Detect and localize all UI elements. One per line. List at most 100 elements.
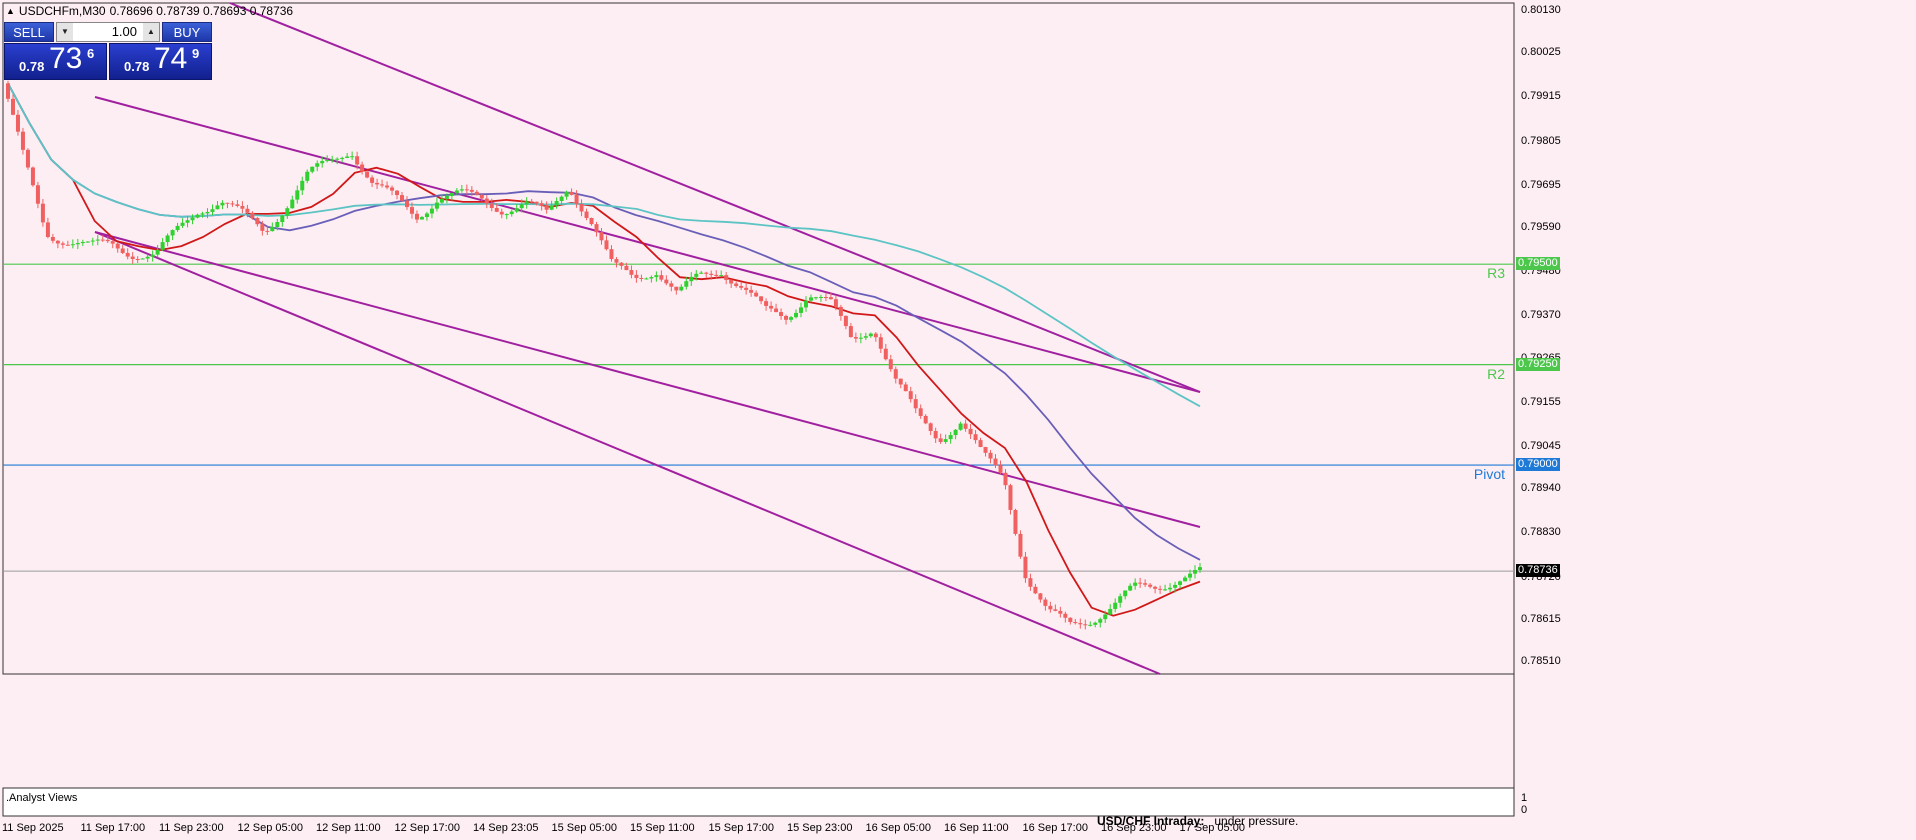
- candle-body: [434, 202, 439, 209]
- candle-body: [1003, 472, 1008, 486]
- candle-body: [858, 337, 863, 339]
- candle-body: [454, 190, 459, 193]
- symbol-info: USDCHFm,M30: [18, 4, 106, 18]
- candle-body: [85, 241, 90, 243]
- price-tick-label: 0.79805: [1521, 134, 1561, 147]
- candle-body: [514, 208, 519, 212]
- time-tick-label: 16 Sep 17:00: [1022, 822, 1088, 834]
- candle-body: [1158, 588, 1163, 590]
- bid-price-box[interactable]: 0.78 73 6: [4, 42, 107, 80]
- candle-body: [853, 337, 858, 339]
- candle-body: [789, 317, 794, 320]
- candle-body: [1183, 577, 1188, 582]
- candle-body: [419, 217, 424, 220]
- candle-body: [744, 287, 749, 290]
- candle-body: [185, 220, 190, 223]
- candle-body: [375, 182, 380, 185]
- candle-body: [235, 204, 240, 206]
- candle-body: [684, 281, 689, 287]
- candle-body: [779, 312, 784, 316]
- price-tick-label: 0.78615: [1521, 612, 1561, 625]
- candle-body: [390, 187, 395, 191]
- candle-body: [998, 465, 1003, 473]
- candle-body: [10, 98, 15, 115]
- candle-body: [943, 439, 948, 442]
- chart-canvas[interactable]: [0, 0, 1916, 840]
- candle-body: [624, 265, 629, 271]
- candle-body: [529, 201, 534, 203]
- ask-price-box[interactable]: 0.78 74 9: [109, 42, 212, 80]
- candle-body: [150, 254, 155, 257]
- candle-body: [714, 274, 719, 276]
- candle-body: [649, 277, 654, 279]
- candle-body: [739, 286, 744, 288]
- time-tick-label: 11 Sep 17:00: [80, 822, 146, 834]
- lot-size-input[interactable]: ▼ 1.00 ▲: [56, 22, 160, 42]
- candle-body: [794, 312, 799, 318]
- candle-body: [409, 207, 414, 214]
- candle-body: [564, 191, 569, 197]
- candle-body: [1143, 583, 1148, 585]
- candle-body: [335, 158, 340, 160]
- candle-body: [30, 167, 35, 186]
- candle-body: [709, 273, 714, 275]
- candle-body: [424, 213, 429, 218]
- candle-body: [1078, 623, 1083, 625]
- ask-sup-digit: 9: [192, 46, 200, 61]
- candle-body: [863, 336, 868, 338]
- candle-body: [175, 225, 180, 231]
- level-name-pivot: Pivot: [1473, 466, 1505, 483]
- candle-body: [70, 244, 75, 246]
- candle-body: [355, 156, 360, 165]
- candle-body: [818, 296, 823, 298]
- candle-body: [345, 156, 350, 158]
- candle-body: [734, 283, 739, 287]
- candle-body: [1133, 582, 1138, 586]
- chart-header: ▲ USDCHFm,M30 0.78696 0.78739 0.78693 0.…: [6, 4, 293, 18]
- candle-body: [664, 279, 669, 284]
- subwindow-tick-label: 1: [1521, 792, 1528, 804]
- current-price-tag: 0.78736: [1516, 564, 1560, 578]
- candle-body: [544, 205, 549, 210]
- candle-body: [265, 230, 270, 232]
- candle-body: [105, 239, 110, 242]
- time-tick-label: 11 Sep 23:00: [159, 822, 224, 834]
- buy-button[interactable]: BUY: [162, 22, 212, 42]
- candle-body: [110, 241, 115, 244]
- candle-body: [978, 440, 983, 448]
- candle-body: [559, 196, 564, 202]
- candle-body: [1058, 610, 1063, 614]
- candle-body: [414, 213, 419, 220]
- bid-sup-digit: 6: [87, 46, 95, 61]
- candle-body: [699, 272, 704, 274]
- increase-lot-icon[interactable]: ▲: [143, 23, 159, 41]
- candle-body: [619, 262, 624, 266]
- candle-body: [315, 163, 320, 167]
- price-tick-label: 0.80025: [1521, 46, 1561, 59]
- channel-top-trendline: [229, 2, 1201, 393]
- price-tick-label: 0.80130: [1521, 4, 1561, 17]
- time-tick-label: 17 Sep 05:00: [1179, 822, 1245, 834]
- price-tick-label: 0.78510: [1521, 654, 1561, 667]
- candle-body: [285, 208, 290, 216]
- candle-body: [694, 273, 699, 277]
- candle-body: [404, 200, 409, 208]
- candle-body: [719, 275, 724, 277]
- lot-size-value[interactable]: 1.00: [112, 24, 137, 39]
- candle-body: [240, 205, 245, 209]
- candle-body: [764, 301, 769, 306]
- candle-body: [479, 194, 484, 199]
- decrease-lot-icon[interactable]: ▼: [57, 23, 73, 41]
- candle-body: [55, 240, 60, 244]
- candle-body: [754, 292, 759, 297]
- price-chart[interactable]: [0, 0, 1916, 840]
- candle-body: [579, 203, 584, 212]
- candle-body: [689, 276, 694, 282]
- candle-body: [1073, 622, 1078, 624]
- candle-body: [893, 369, 898, 379]
- candle-body: [429, 208, 434, 214]
- main-plot-frame: [2, 2, 1515, 675]
- sell-button[interactable]: SELL: [4, 22, 54, 42]
- one-click-trading-panel: SELL ▼ 1.00 ▲ BUY 0.78 73 6 0.78 74 9: [4, 22, 212, 80]
- candle-body: [385, 185, 390, 188]
